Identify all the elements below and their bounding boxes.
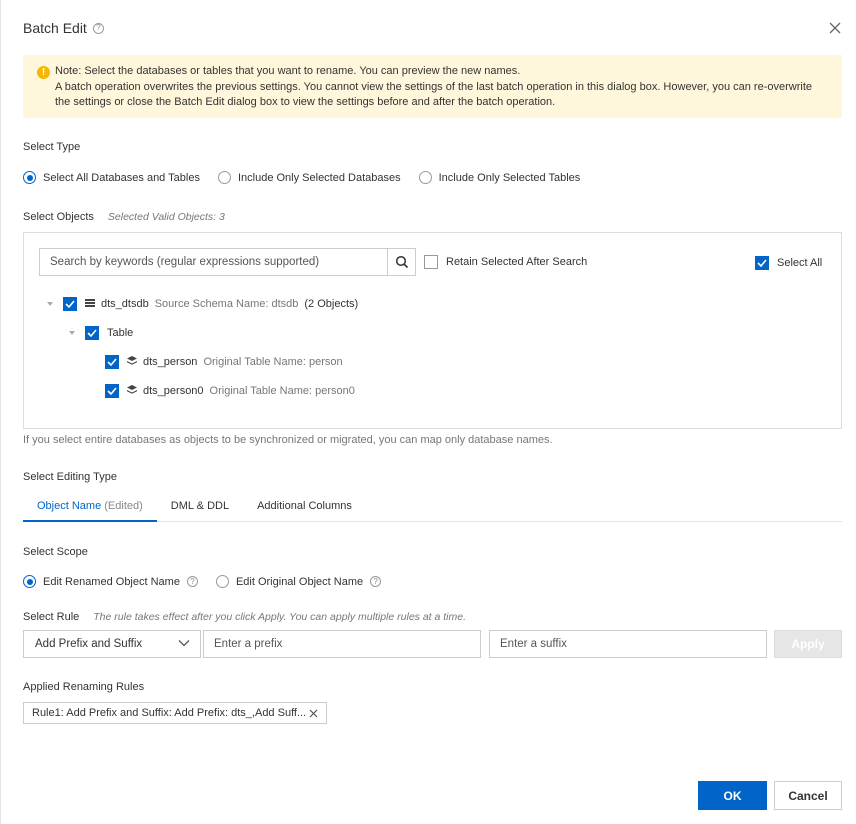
- dialog-title: Batch Edit: [23, 20, 87, 36]
- expand-caret-icon[interactable]: [69, 331, 75, 335]
- table-name: dts_person0: [143, 385, 204, 397]
- selected-objects-count: Selected Valid Objects: 3: [107, 211, 225, 223]
- select-objects-label: Select Objects: [23, 211, 94, 223]
- editing-type-tabs: Object Name (Edited) DML & DDL Additiona…: [23, 492, 842, 522]
- object-search-input[interactable]: [40, 249, 387, 275]
- table-original-name: Original Table Name: person0: [209, 385, 355, 397]
- radio-selected-databases[interactable]: Include Only Selected Databases: [217, 171, 401, 184]
- ok-button[interactable]: OK: [698, 781, 767, 810]
- table-group-checkbox[interactable]: [85, 326, 99, 340]
- radio-select-all-databases[interactable]: Select All Databases and Tables: [23, 171, 200, 184]
- tab-dml-ddl[interactable]: DML & DDL: [157, 492, 243, 522]
- batch-edit-dialog: Batch Edit ? ! Note: Select the database…: [0, 0, 856, 824]
- retain-selected-checkbox[interactable]: Retain Selected After Search: [424, 255, 587, 269]
- applied-rule-text: Rule1: Add Prefix and Suffix: Add Prefix…: [32, 707, 307, 719]
- tree-node-table-group: Table: [69, 326, 133, 340]
- select-all-checkbox[interactable]: Select All: [755, 256, 822, 270]
- rule-type-select[interactable]: Add Prefix and Suffix: [23, 630, 201, 658]
- radio-button-checked[interactable]: [23, 171, 36, 184]
- database-icon: [85, 298, 95, 311]
- table-name: dts_person: [143, 356, 198, 368]
- table-checkbox[interactable]: [105, 384, 119, 398]
- expand-caret-icon[interactable]: [47, 302, 53, 306]
- warning-icon: !: [37, 66, 50, 79]
- editing-type-label: Select Editing Type: [23, 471, 117, 483]
- checkbox[interactable]: [424, 255, 438, 269]
- radio-button-checked[interactable]: [23, 575, 36, 588]
- object-search-box: [39, 248, 416, 276]
- help-icon[interactable]: ?: [186, 576, 198, 587]
- radio-button[interactable]: [215, 575, 229, 588]
- table-layers-icon: [127, 355, 137, 369]
- cancel-button[interactable]: Cancel: [774, 781, 842, 810]
- suffix-input[interactable]: [489, 630, 767, 658]
- tree-node-database: dts_dtsdb Source Schema Name: dtsdb (2 O…: [47, 297, 358, 311]
- database-source-schema: Source Schema Name: dtsdb: [154, 298, 299, 310]
- radio-edit-original-name[interactable]: Edit Original Object Name ?: [215, 575, 382, 588]
- database-name: dts_dtsdb: [101, 298, 149, 310]
- database-object-count: (2 Objects): [304, 298, 359, 310]
- select-type-label: Select Type: [23, 141, 81, 153]
- table-checkbox[interactable]: [105, 355, 119, 369]
- table-layers-icon: [127, 384, 137, 398]
- table-group-label: Table: [107, 327, 134, 339]
- select-rule-header: Select Rule The rule takes effect after …: [23, 611, 466, 623]
- select-scope-label: Select Scope: [23, 546, 88, 558]
- notice-line-2: A batch operation overwrites the previou…: [55, 80, 812, 109]
- apply-button[interactable]: Apply: [774, 630, 842, 658]
- radio-selected-tables[interactable]: Include Only Selected Tables: [418, 171, 580, 184]
- tree-node-table: dts_person Original Table Name: person: [105, 355, 343, 369]
- close-icon[interactable]: [827, 20, 843, 36]
- select-rule-hint: The rule takes effect after you click Ap…: [93, 611, 467, 623]
- select-objects-header: Select Objects Selected Valid Objects: 3: [23, 211, 225, 223]
- tree-node-table: dts_person0 Original Table Name: person0: [105, 384, 355, 398]
- table-original-name: Original Table Name: person: [203, 356, 343, 368]
- notice-line-1: Note: Select the databases or tables tha…: [55, 65, 521, 77]
- chevron-down-icon: [178, 638, 190, 650]
- tab-additional-columns[interactable]: Additional Columns: [243, 492, 366, 522]
- radio-button[interactable]: [217, 171, 231, 184]
- checkbox-checked[interactable]: [755, 256, 769, 270]
- applied-rules-label: Applied Renaming Rules: [23, 681, 145, 693]
- select-rule-label: Select Rule: [23, 611, 80, 623]
- notice-banner: ! Note: Select the databases or tables t…: [23, 55, 842, 118]
- dialog-title-row: Batch Edit ?: [23, 20, 104, 36]
- close-icon[interactable]: [309, 706, 318, 721]
- radio-edit-renamed-name[interactable]: Edit Renamed Object Name ?: [23, 575, 198, 588]
- help-icon[interactable]: ?: [370, 576, 382, 587]
- search-icon[interactable]: [387, 249, 415, 275]
- prefix-input[interactable]: [203, 630, 481, 658]
- tab-object-name[interactable]: Object Name (Edited): [23, 492, 157, 522]
- objects-footnote: If you select entire databases as object…: [23, 434, 553, 446]
- select-type-radio-group: Select All Databases and Tables Include …: [23, 171, 580, 184]
- database-checkbox[interactable]: [63, 297, 77, 311]
- scope-radio-group: Edit Renamed Object Name ? Edit Original…: [23, 575, 382, 588]
- radio-button[interactable]: [418, 171, 432, 184]
- applied-rule-tag: Rule1: Add Prefix and Suffix: Add Prefix…: [23, 702, 327, 724]
- help-icon[interactable]: ?: [92, 22, 104, 34]
